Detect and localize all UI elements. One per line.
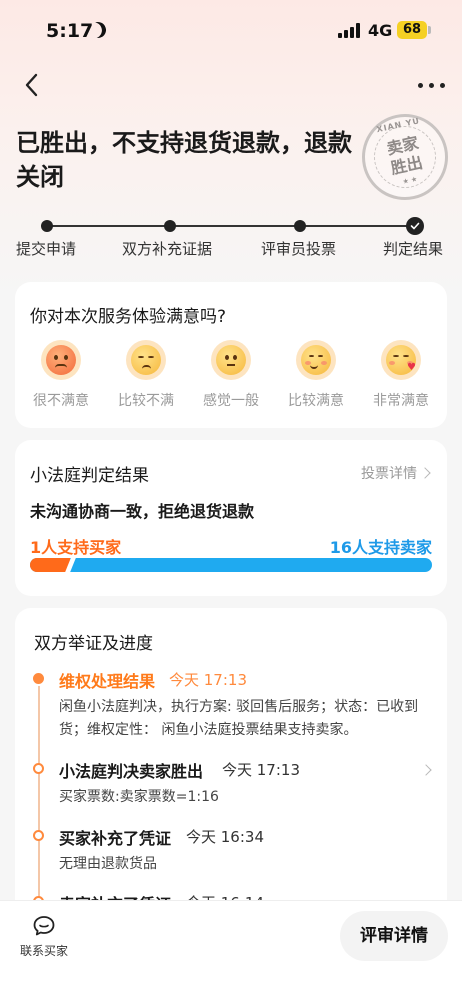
timeline-time: 今天 17:13 — [169, 671, 247, 689]
timeline-title: 小法庭判决卖家胜出 — [59, 762, 204, 781]
battery-tip — [428, 26, 431, 34]
angry-face-icon — [41, 340, 81, 380]
rating-neutral[interactable]: 感觉一般 — [191, 340, 271, 410]
signal-icon — [338, 23, 362, 38]
buyer-votes-label: 1人支持买家 — [30, 538, 122, 557]
rating-label: 很不满意 — [33, 393, 89, 409]
network-label: 4G — [368, 21, 393, 40]
timeline-title: 买家补充了凭证 — [59, 829, 172, 848]
timeline-desc: 无理由退款货品 — [59, 856, 157, 872]
kissing-face-icon: ♥ — [381, 340, 421, 380]
satisfaction-title: 你对本次服务体验满意吗? — [30, 307, 227, 327]
timeline-desc: 闲鱼小法庭判决，执行方案: 驳回售后服务；状态：已收到货；维权定性： 闲鱼小法庭… — [59, 699, 419, 738]
rating-very-satisfied[interactable]: ♥ 非常满意 — [361, 340, 441, 410]
back-icon[interactable] — [20, 72, 46, 98]
step-label: 双方补充证据 — [122, 240, 213, 258]
timeline-desc: 买家票数:卖家票数=1:16 — [59, 789, 219, 805]
timeline-dot-active — [33, 673, 44, 684]
vote-ratio-bar — [30, 558, 432, 572]
more-dots-icon[interactable] — [418, 82, 446, 90]
step-label: 提交申请 — [16, 240, 77, 258]
rating-very-unsatisfied[interactable]: 很不满意 — [21, 340, 101, 410]
page-title: 已胜出，不支持退货退款，退款关闭 — [16, 129, 352, 191]
chat-bubble-icon — [32, 914, 56, 938]
status-bar: 5:17 4G 68 — [0, 0, 462, 62]
rating-label: 感觉一般 — [203, 393, 259, 409]
rating-label: 比较不满 — [118, 393, 174, 409]
blushing-face-icon — [296, 340, 336, 380]
contact-buyer-label: 联系买家 — [20, 944, 69, 958]
evidence-title: 双方举证及进度 — [34, 634, 153, 654]
rating-label: 非常满意 — [373, 393, 429, 409]
step-dot — [164, 220, 176, 232]
vote-details-link[interactable]: 投票详情 — [361, 463, 417, 483]
timeline-time: 今天 17:13 — [222, 761, 300, 779]
buyer-vote-fill — [30, 558, 70, 572]
step-dot — [294, 220, 306, 232]
timeline-time: 今天 16:34 — [186, 828, 264, 846]
seller-votes-label: 16人支持卖家 — [329, 538, 432, 557]
rating-label: 比较满意 — [288, 393, 344, 409]
steps-line — [47, 225, 412, 227]
judgement-title: 小法庭判定结果 — [30, 466, 149, 486]
step-label: 评审员投票 — [261, 240, 337, 258]
unamused-face-icon — [126, 340, 166, 380]
status-time: 5:17 — [46, 20, 94, 42]
rating-unsatisfied[interactable]: 比较不满 — [106, 340, 186, 410]
verdict-text: 未沟通协商一致，拒绝退货退款 — [30, 502, 255, 521]
step-dot — [41, 220, 53, 232]
step-label: 判定结果 — [383, 240, 444, 258]
step-complete-check-icon — [406, 217, 424, 235]
review-details-button[interactable]: 评审详情 — [340, 911, 448, 961]
timeline-dot — [33, 763, 44, 774]
battery-icon: 68 — [397, 21, 427, 39]
timeline-dot — [33, 830, 44, 841]
timeline-title: 维权处理结果 — [59, 672, 156, 691]
rating-satisfied[interactable]: 比较满意 — [276, 340, 356, 410]
neutral-face-icon — [211, 340, 251, 380]
timeline-line — [38, 686, 40, 906]
